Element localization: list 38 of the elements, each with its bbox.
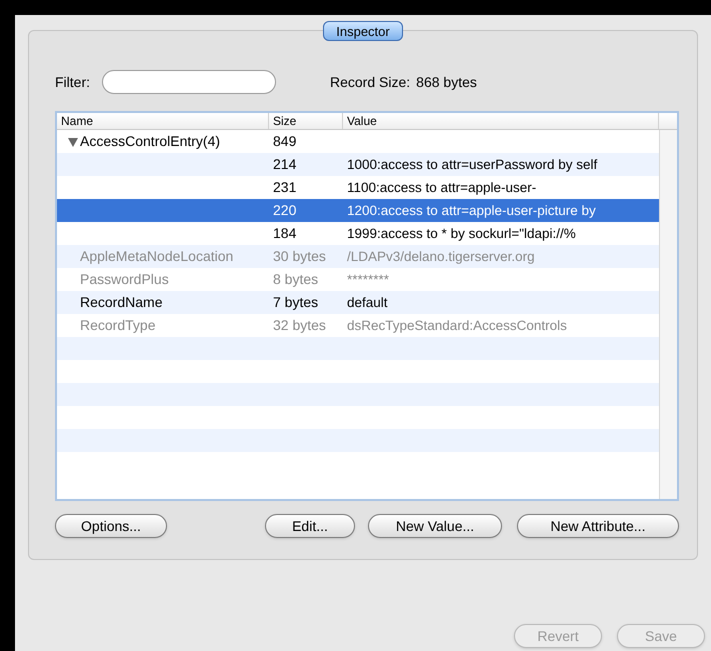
table-cell-text: RecordName <box>80 293 162 312</box>
table-cell: 1100:access to attr=apple-user- <box>347 180 536 195</box>
table-cell-text: PasswordPlus <box>80 270 169 289</box>
table-row[interactable]: 214 1000:access to attr=userPassword by self <box>57 153 659 176</box>
table-cell: default <box>347 294 388 310</box>
inspector-tab[interactable]: Inspector <box>323 21 403 41</box>
push-button[interactable]: New Attribute... <box>517 514 679 538</box>
table-cell: 8 bytes <box>273 271 318 287</box>
push-button[interactable]: New Value... <box>368 514 502 538</box>
table-cell: dsRecTypeStandard:AccessControls <box>347 318 567 333</box>
table-cell: 184 <box>273 225 296 241</box>
table-row[interactable]: RecordName 7 bytes default <box>57 291 659 314</box>
table-cell: /LDAPv3/delano.tigerserver.org <box>347 248 535 264</box>
record-size-label: Record Size: <box>330 72 410 92</box>
column-header[interactable]: Value <box>343 113 659 129</box>
filter-label: Filter: <box>55 72 90 92</box>
record-size-value: 868 bytes <box>416 72 477 92</box>
table-cell: 220 <box>273 202 296 218</box>
table-row[interactable]: 220 1200:access to attr=apple-user-picture by <box>57 199 659 222</box>
table-cell: 231 <box>273 179 296 195</box>
table-cell: 30 bytes <box>273 248 326 264</box>
push-button[interactable]: Options... <box>55 514 167 538</box>
table-cell: 32 bytes <box>273 317 326 333</box>
table-cell: 1000:access to attr=userPassword by self <box>347 156 598 172</box>
table-cell-text: RecordType <box>80 316 156 335</box>
column-header[interactable]: Size <box>269 113 343 129</box>
table-cell-text: AppleMetaNodeLocation <box>80 247 234 266</box>
table-cell: 849 <box>273 133 296 149</box>
table-cell: 7 bytes <box>273 294 318 310</box>
table-cell: 1999:access to * by sockurl="ldapi://% <box>347 226 576 241</box>
column-header[interactable]: Name <box>57 113 269 129</box>
disclosure-triangle-icon[interactable] <box>67 136 79 148</box>
table-cell: ******** <box>347 272 390 287</box>
push-button[interactable]: Edit... <box>265 514 355 538</box>
table-cell-text: AccessControlEntry(4) <box>80 132 220 151</box>
table-cell: 1200:access to attr=apple-user-picture by <box>347 202 596 218</box>
filter-field[interactable] <box>102 70 276 94</box>
table-cell: 214 <box>273 156 296 172</box>
